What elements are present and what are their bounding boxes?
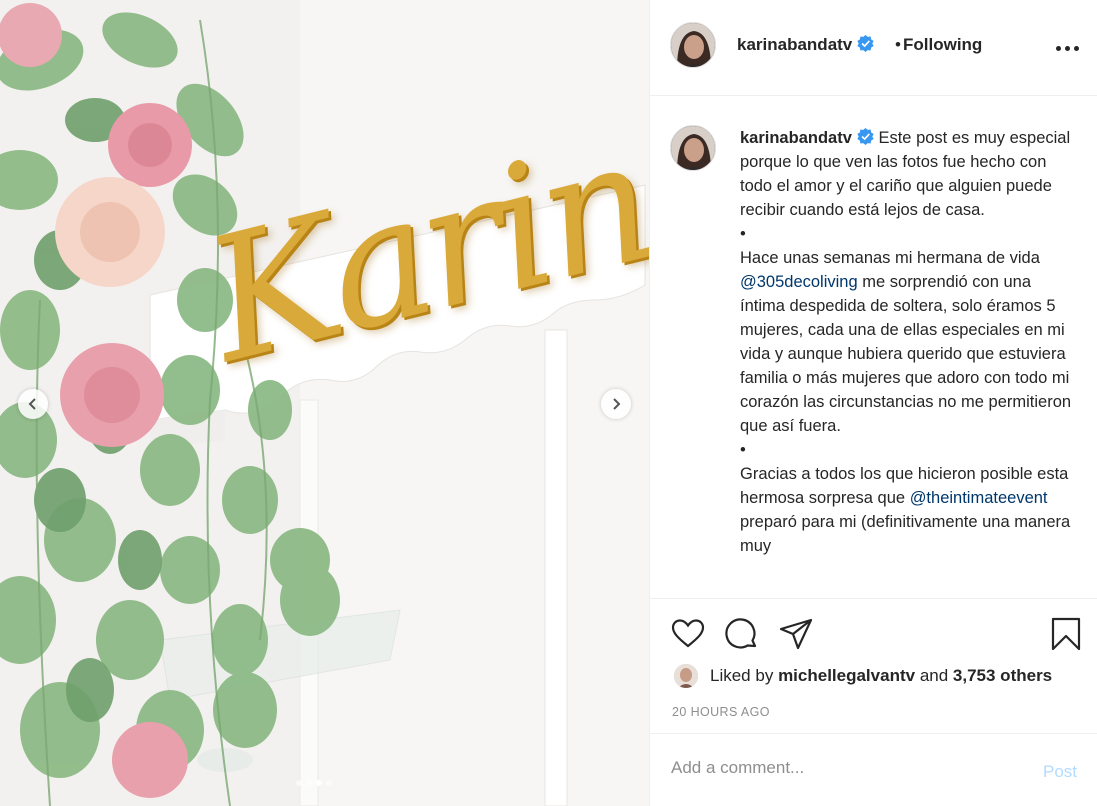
add-comment-bar: Post bbox=[650, 733, 1097, 806]
caption-area: karinabandatv Este post es muy especial … bbox=[650, 97, 1097, 597]
carousel-dot bbox=[326, 780, 332, 786]
carousel-prev-button[interactable] bbox=[18, 389, 48, 419]
carousel-indicator bbox=[296, 780, 332, 786]
post-timestamp[interactable]: 20 HOURS AGO bbox=[672, 705, 770, 719]
caption-paragraph-2-start: Hace unas semanas mi hermana de vida bbox=[740, 249, 1040, 267]
verified-badge-icon bbox=[857, 128, 874, 145]
post-caption: karinabandatv Este post es muy especial … bbox=[740, 126, 1075, 558]
likes-others-count[interactable]: 3,753 others bbox=[953, 666, 1052, 686]
like-button[interactable] bbox=[670, 616, 706, 652]
post-actions: Liked by michellegalvantv and 3,753 othe… bbox=[650, 598, 1097, 733]
carousel-dot-active bbox=[316, 780, 322, 786]
liker-username[interactable]: michellegalvantv bbox=[778, 666, 915, 686]
comment-icon bbox=[725, 618, 757, 649]
author-avatar[interactable] bbox=[670, 22, 716, 68]
post-side-panel: karinabandatv • Following karinabandatv … bbox=[649, 0, 1097, 806]
more-options-icon[interactable] bbox=[1056, 38, 1080, 58]
avatar-image bbox=[671, 126, 715, 170]
caption-author-avatar[interactable] bbox=[670, 125, 716, 171]
heart-icon bbox=[671, 619, 705, 648]
bookmark-icon bbox=[1051, 617, 1081, 651]
liked-by-label: Liked by bbox=[710, 666, 774, 685]
avatar-image bbox=[674, 664, 698, 688]
post-header: karinabandatv • Following bbox=[650, 0, 1097, 96]
save-button[interactable] bbox=[1048, 616, 1084, 652]
paper-plane-icon bbox=[779, 618, 813, 650]
post-media[interactable]: Karina bbox=[0, 0, 649, 806]
liker-avatar[interactable] bbox=[674, 664, 698, 688]
caption-bullet: • bbox=[740, 225, 746, 243]
avatar-image bbox=[671, 23, 715, 67]
author-username[interactable]: karinabandatv bbox=[737, 35, 874, 55]
caption-paragraph-3-end: preparó para mi (definitivamente una man… bbox=[740, 513, 1071, 555]
comment-input[interactable] bbox=[671, 758, 1011, 778]
caption-username[interactable]: karinabandatv bbox=[740, 129, 852, 147]
carousel-dot bbox=[306, 780, 312, 786]
share-button[interactable] bbox=[778, 616, 814, 652]
likes-summary: Liked by michellegalvantv and 3,753 othe… bbox=[674, 664, 1052, 688]
instagram-post: Karina karinabandatv • Following karinab… bbox=[0, 0, 1097, 806]
verified-badge-icon bbox=[857, 35, 874, 52]
chevron-right-icon bbox=[613, 398, 621, 410]
caption-bullet: • bbox=[740, 441, 746, 459]
mention-link[interactable]: @305decoliving bbox=[740, 273, 858, 291]
likes-conjunction: and bbox=[919, 666, 949, 685]
carousel-dot bbox=[296, 780, 302, 786]
chevron-left-icon bbox=[28, 398, 36, 410]
mention-link[interactable]: @theintimateevent bbox=[910, 489, 1048, 507]
comment-button[interactable] bbox=[724, 616, 760, 652]
carousel-next-button[interactable] bbox=[601, 389, 631, 419]
following-button[interactable]: Following bbox=[903, 35, 982, 55]
caption-paragraph-2-end: me sorprendió con una íntima despedida d… bbox=[740, 273, 1072, 435]
author-username-text[interactable]: karinabandatv bbox=[737, 35, 852, 54]
header-separator: • bbox=[895, 35, 901, 54]
post-comment-button[interactable]: Post bbox=[1043, 762, 1077, 782]
